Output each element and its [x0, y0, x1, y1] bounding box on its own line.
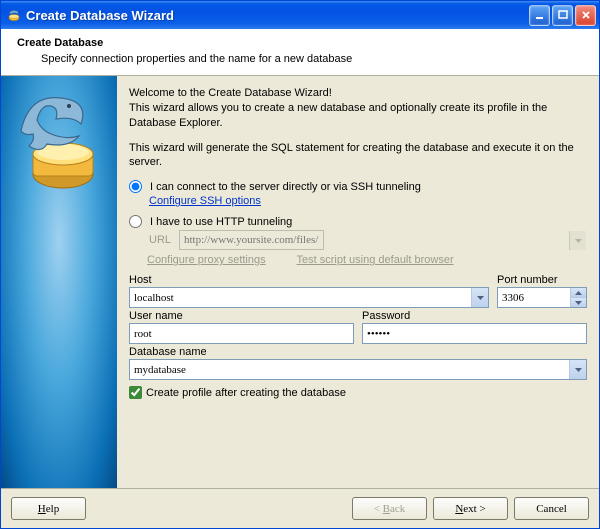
next-button[interactable]: Next > — [433, 497, 508, 520]
intro-text-1: Welcome to the Create Database Wizard! T… — [129, 86, 587, 131]
create-profile-label: Create profile after creating the databa… — [146, 387, 346, 399]
radio-direct-row[interactable]: I can connect to the server directly or … — [129, 180, 587, 193]
configure-ssh-link[interactable]: Configure SSH options — [149, 195, 261, 207]
footer: Help < Back Next > Cancel — [1, 489, 599, 528]
intro-text-2: This wizard will generate the SQL statem… — [129, 141, 587, 171]
dbname-dropdown-button[interactable] — [569, 360, 586, 379]
test-script-link: Test script using default browser — [296, 254, 453, 266]
username-label: User name — [129, 310, 354, 322]
dolphin-database-icon — [11, 86, 107, 196]
titlebar[interactable]: Create Database Wizard — [1, 1, 599, 29]
radio-direct-label: I can connect to the server directly or … — [150, 181, 421, 193]
header-panel: Create Database Specify connection prope… — [1, 29, 599, 76]
port-spin-up[interactable] — [570, 288, 586, 298]
minimize-button[interactable] — [529, 5, 550, 26]
close-button[interactable] — [575, 5, 596, 26]
radio-http[interactable] — [129, 215, 142, 228]
side-artwork — [1, 76, 117, 488]
dbname-label: Database name — [129, 346, 587, 358]
host-label: Host — [129, 274, 489, 286]
url-label: URL — [149, 234, 173, 246]
password-input[interactable] — [362, 323, 587, 344]
content-panel: Welcome to the Create Database Wizard! T… — [117, 76, 599, 488]
window-title: Create Database Wizard — [26, 8, 529, 23]
help-button[interactable]: Help — [11, 497, 86, 520]
cancel-button[interactable]: Cancel — [514, 497, 589, 520]
radio-http-label: I have to use HTTP tunneling — [150, 216, 292, 228]
app-icon — [6, 7, 22, 23]
url-input — [179, 230, 324, 250]
back-button: < Back — [352, 497, 427, 520]
host-input[interactable] — [129, 287, 489, 308]
host-dropdown-button[interactable] — [471, 288, 488, 307]
password-label: Password — [362, 310, 587, 322]
configure-proxy-link: Configure proxy settings — [147, 254, 266, 266]
dbname-input[interactable] — [129, 359, 587, 380]
radio-direct[interactable] — [129, 180, 142, 193]
create-profile-row[interactable]: Create profile after creating the databa… — [129, 386, 587, 399]
port-label: Port number — [497, 274, 587, 286]
url-dropdown-button — [569, 231, 586, 250]
port-spin-down[interactable] — [570, 298, 586, 307]
wizard-window: Create Database Wizard Create Database S… — [0, 0, 600, 529]
username-input[interactable] — [129, 323, 354, 344]
radio-http-row[interactable]: I have to use HTTP tunneling — [129, 215, 587, 228]
page-subtitle: Specify connection properties and the na… — [41, 53, 583, 65]
main-area: Welcome to the Create Database Wizard! T… — [1, 76, 599, 489]
create-profile-checkbox[interactable] — [129, 386, 142, 399]
connection-form: Host Port number — [129, 274, 587, 380]
maximize-button[interactable] — [552, 5, 573, 26]
page-title: Create Database — [17, 37, 583, 49]
